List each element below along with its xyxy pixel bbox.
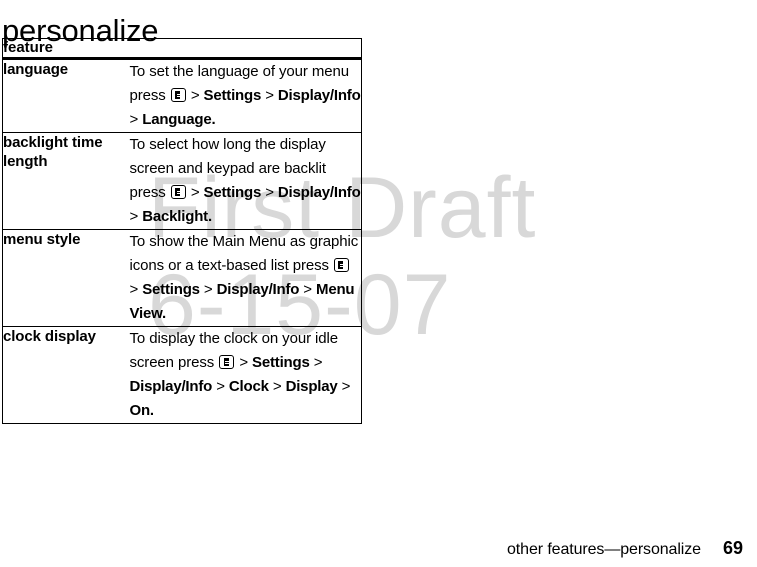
table-row: clock display To display the clock on you… [3,327,362,424]
path-separator: > [186,184,204,201]
menu-path-token: Display/Info [216,281,300,298]
feature-description: To display the clock on your idle screen… [130,327,362,424]
menu-path-token: Display [285,378,338,395]
path-separator: > [261,184,278,201]
table-row: menu style To show the Main Menu as graph… [2,230,362,327]
menu-key-icon [219,355,235,369]
path-separator: > [186,87,204,104]
feature-table: feature language To set the language of y… [2,38,362,424]
feature-description: To set the language of your menu press >… [130,59,362,133]
path-separator: > [268,378,286,395]
path-separator: > [299,281,317,298]
menu-path-token: Display/Info [129,378,213,395]
path-separator: > [212,378,229,395]
feature-name: backlight time length [3,134,103,170]
column-header-feature: feature [2,38,362,60]
menu-path-token: Settings [203,184,262,201]
menu-path-token: Settings [252,354,310,371]
menu-path-token: On. [129,402,155,419]
menu-path-token: Display/Info [277,184,361,201]
path-separator: > [235,354,253,371]
feature-name: clock display [3,328,96,345]
menu-path-token: Language. [142,111,216,128]
feature-description: To select how long the display screen an… [130,133,362,230]
menu-key-icon [170,185,186,199]
path-separator: > [337,378,351,395]
path-separator: > [199,281,217,298]
footer-page-number: 69 [722,538,743,558]
feature-name: menu style [3,231,81,248]
footer-breadcrumb: other features—personalize [507,541,701,558]
path-separator: > [129,208,143,225]
path-separator: > [129,281,143,298]
table-row: language To set the language of your menu… [2,59,362,133]
menu-path-token: Settings [203,87,262,104]
menu-key-icon [333,258,349,272]
menu-path-token: Clock [228,378,269,395]
table-header-row: feature [2,38,362,60]
feature-name: language [3,61,69,78]
table-body: language To set the language of your menu… [2,59,362,424]
menu-path-token: Settings [142,281,200,298]
feature-description: To show the Main Menu as graphic icons o… [130,230,362,327]
path-separator: > [129,111,143,128]
table-header: feature [2,38,362,60]
path-separator: > [309,354,323,371]
page-footer: other features—personalize 69 [507,538,743,559]
table-row: backlight time length To select how long … [2,133,362,230]
menu-path-token: Backlight. [142,208,212,225]
description-text: To show the Main Menu as graphic icons o… [129,233,359,274]
menu-path-token: Display/Info [277,87,361,104]
menu-key-icon [170,88,186,102]
path-separator: > [261,87,278,104]
